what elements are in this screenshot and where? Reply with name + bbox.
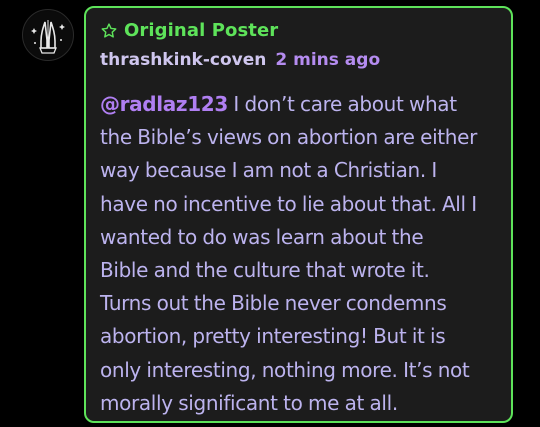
avatar[interactable] (22, 9, 74, 61)
reply-line-1: @radlaz123 I don’t care about what (100, 88, 505, 121)
original-poster-badge: Original Poster (100, 20, 278, 41)
reply-card: Original Poster thrashkink-coven 2 mins … (84, 6, 513, 423)
reply-line-9: only interesting, nothing more. It’s not (100, 357, 470, 382)
user-mention-link[interactable]: @radlaz123 (100, 92, 228, 116)
reply-text-segment: I don’t care about what (227, 92, 457, 116)
reply-meta: thrashkink-coven 2 mins ago (100, 50, 380, 70)
reply-line-2: the Bible’s views on abortion are either (100, 125, 477, 150)
star-outline-icon (101, 22, 117, 38)
reply-line-7: Turns out the Bible never condemns (100, 291, 447, 316)
reply-line-3: way because I am not a Christian. I (100, 158, 437, 183)
original-poster-label: Original Poster (124, 20, 279, 41)
reply-body: @radlaz123 I don’t care about what the B… (100, 88, 505, 420)
reply-timestamp[interactable]: 2 mins ago (275, 50, 380, 70)
reply-line-10: morally significant to me at all. (100, 390, 398, 415)
reply-line-5: wanted to do was learn about the (100, 224, 424, 249)
reply-view: Original Poster thrashkink-coven 2 mins … (0, 0, 540, 427)
reply-line-8: abortion, pretty interesting! But it is (100, 324, 446, 349)
author-username[interactable]: thrashkink-coven (100, 50, 266, 70)
reply-line-4: have no incentive to lie about that. All… (100, 191, 477, 216)
reply-line-6: Bible and the culture that wrote it. (100, 258, 430, 283)
praying-hands-avatar-icon (24, 11, 72, 59)
